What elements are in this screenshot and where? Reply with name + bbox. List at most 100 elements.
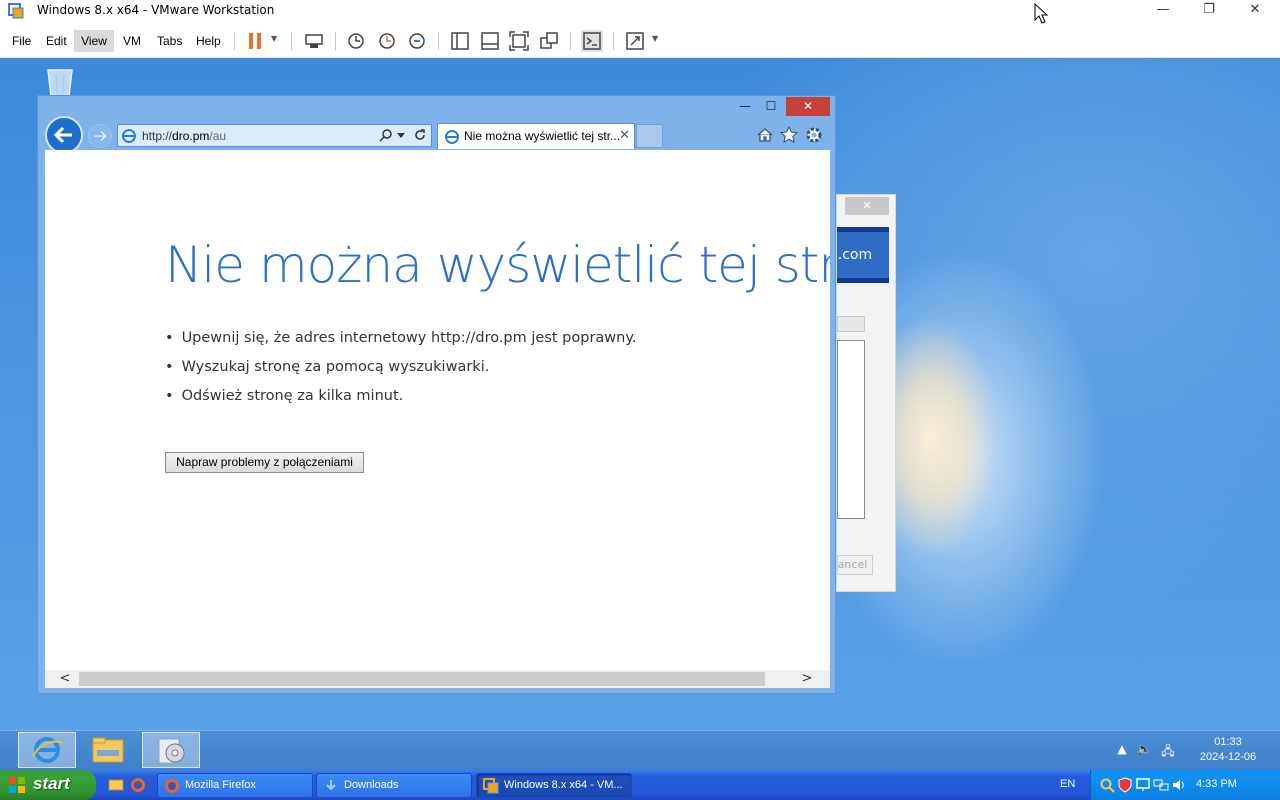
guest-desktop: ✕ ts.com Cancel — ☐ ✕ http://dro.pm/au (0, 58, 1280, 730)
taskbar-app-button[interactable] (142, 732, 200, 768)
task-label: Downloads (344, 779, 399, 791)
dialog-input[interactable] (837, 316, 865, 332)
show-hidden-icons[interactable]: ▲ (1114, 742, 1130, 758)
dialog-cancel-button[interactable]: Cancel (837, 555, 873, 575)
dialog-textarea[interactable] (837, 340, 865, 519)
vmware-menubar: File Edit View VM Tabs Help ▼ ▼ (0, 22, 1280, 58)
ie-window: — ☐ ✕ http://dro.pm/au Nie można wyświet… (37, 95, 836, 694)
firefox-quicklaunch-icon[interactable] (130, 777, 146, 793)
ie-minimize-button[interactable]: — (734, 97, 756, 116)
forward-button[interactable] (88, 124, 112, 148)
network-tray-icon[interactable] (1153, 777, 1169, 793)
horizontal-scrollbar[interactable]: < > (45, 670, 830, 688)
suggestion-item: Wyszukaj stronę za pomocą wyszukiwarki. (165, 359, 636, 388)
dialog-banner: ts.com (837, 227, 889, 283)
dialog-cancel-label: Cancel (837, 558, 868, 571)
toolbar-separator (438, 32, 439, 50)
tab-close-icon[interactable]: ✕ (619, 128, 630, 143)
unity-icon[interactable] (538, 30, 560, 52)
start-button[interactable]: start (0, 770, 96, 800)
browser-tab[interactable]: Nie można wyświetlić tej str... ✕ (437, 123, 635, 149)
ie-page-icon (122, 129, 136, 143)
console-view-icon[interactable] (581, 30, 603, 52)
vmware-app-icon (8, 3, 24, 19)
url-host: dro.pm (172, 129, 210, 143)
show-desktop-icon[interactable] (108, 777, 124, 793)
url-prefix: http:// (142, 129, 173, 143)
host-taskbar: start Mozilla Firefox Downloads Windows … (0, 770, 1280, 800)
toolbar-separator (613, 32, 614, 50)
display-tray-icon[interactable] (1135, 777, 1151, 793)
scrollbar-thumb[interactable] (79, 672, 765, 686)
network-icon[interactable]: 🖧 (1160, 742, 1176, 758)
scroll-left-arrow-icon[interactable]: < (55, 671, 75, 687)
address-bar[interactable]: http://dro.pm/au (117, 124, 432, 147)
back-button[interactable] (45, 116, 83, 154)
refresh-icon[interactable] (413, 128, 427, 142)
cd-setup-icon (158, 738, 185, 764)
task-firefox[interactable]: Mozilla Firefox (157, 773, 313, 798)
library-view-icon[interactable] (449, 30, 471, 52)
pause-dropdown-icon[interactable]: ▼ (271, 34, 281, 46)
mouse-cursor-icon (1034, 3, 1048, 24)
taskbar-ie-button[interactable] (18, 732, 76, 768)
menu-vm[interactable]: VM (119, 30, 145, 52)
menu-file[interactable]: File (8, 30, 35, 52)
dialog-close-button[interactable]: ✕ (845, 197, 889, 215)
toolbar-separator (335, 32, 336, 50)
volume-tray-icon[interactable] (1171, 777, 1187, 793)
firefox-icon (165, 779, 179, 793)
security-shield-icon[interactable] (1117, 777, 1133, 793)
favorites-star-icon[interactable] (779, 125, 799, 145)
background-dialog: ✕ ts.com Cancel (836, 194, 896, 592)
url-path: /au (209, 129, 227, 143)
language-indicator[interactable]: EN (1060, 778, 1075, 790)
volume-icon[interactable]: 🔈 (1136, 742, 1152, 758)
scroll-right-arrow-icon[interactable]: > (797, 671, 817, 687)
file-explorer-icon (92, 737, 124, 763)
thumbnail-view-icon[interactable] (479, 30, 501, 52)
home-icon[interactable] (755, 125, 775, 145)
task-vmware[interactable]: Windows 8.x x64 - VM... (476, 773, 632, 798)
stretch-guest-icon[interactable] (624, 30, 646, 52)
task-label: Mozilla Firefox (185, 779, 256, 791)
menu-view[interactable]: View (74, 30, 114, 52)
send-ctrl-alt-del-icon[interactable] (303, 30, 325, 52)
back-arrow-icon (53, 126, 72, 144)
recycle-bin-icon[interactable] (40, 66, 80, 98)
ie-close-button[interactable]: ✕ (786, 97, 830, 116)
page-content: Nie można wyświetlić tej strony Upewnij … (45, 150, 830, 670)
window-title: Windows 8.x x64 - VMware Workstation (37, 3, 275, 17)
host-clock[interactable]: 4:33 PM (1196, 778, 1237, 790)
fix-connection-button[interactable]: Napraw problemy z połączeniami (165, 452, 364, 473)
system-tray: 4:33 PM (1090, 770, 1280, 800)
menu-help[interactable]: Help (192, 30, 225, 52)
menu-edit[interactable]: Edit (42, 30, 71, 52)
settings-gear-icon[interactable] (804, 125, 824, 145)
address-url[interactable]: http://dro.pm/au (142, 129, 226, 143)
guest-clock-time: 01:33 (1214, 736, 1242, 748)
task-downloads[interactable]: Downloads (316, 773, 472, 798)
ie-maximize-button[interactable]: ☐ (760, 97, 782, 116)
ie-tab-icon (445, 130, 459, 144)
close-button[interactable]: ✕ (1232, 0, 1278, 22)
stretch-dropdown-icon[interactable]: ▼ (652, 34, 662, 46)
menu-tabs[interactable]: Tabs (153, 30, 186, 52)
taskbar-explorer-button[interactable] (80, 732, 138, 768)
vmware-titlebar: Windows 8.x x64 - VMware Workstation — ❐… (0, 0, 1280, 22)
full-screen-icon[interactable] (508, 30, 530, 52)
minimize-button[interactable]: — (1140, 0, 1186, 22)
restore-button[interactable]: ❐ (1186, 0, 1232, 22)
guest-clock[interactable]: 01:33 2024-12-06 (1190, 735, 1266, 765)
search-dropdown-icon[interactable] (396, 131, 405, 139)
revert-snapshot-icon[interactable] (376, 30, 398, 52)
pause-icon[interactable] (244, 30, 266, 52)
search-tray-icon[interactable] (1099, 777, 1115, 793)
snapshot-manager-icon[interactable] (406, 30, 428, 52)
search-icon[interactable] (379, 128, 393, 142)
snapshot-icon[interactable] (345, 30, 367, 52)
address-tools (379, 127, 427, 145)
toolbar-separator (570, 32, 571, 50)
guest-taskbar: ▲ 🔈 🖧 01:33 2024-12-06 (0, 730, 1280, 770)
new-tab-button[interactable] (636, 124, 663, 148)
